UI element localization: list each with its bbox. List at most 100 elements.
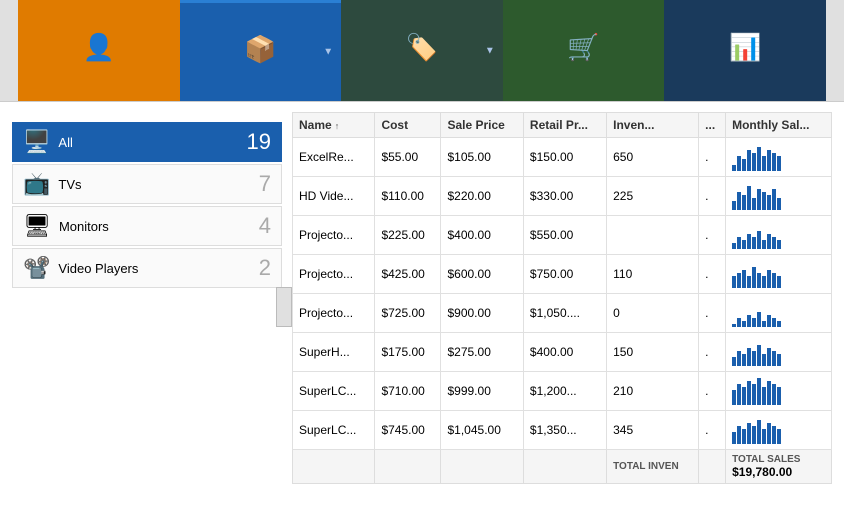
category-left-monitors: 🖥 Monitors xyxy=(23,213,109,239)
table-row[interactable]: SuperLC...$745.00$1,045.00$1,350...345. xyxy=(293,411,832,450)
col-header-inventory: Inven... xyxy=(607,113,699,138)
bar-segment xyxy=(767,195,771,210)
table-row[interactable]: Projecto...$725.00$900.00$1,050....0. xyxy=(293,294,832,333)
bar-segment xyxy=(777,387,781,405)
cell-sale_price-3: $600.00 xyxy=(441,255,523,294)
bar-segment xyxy=(767,381,771,405)
footer-empty-3 xyxy=(523,450,606,484)
cell-cost-0: $55.00 xyxy=(375,138,441,177)
nav-item-sales[interactable]: 🛒 xyxy=(503,0,665,101)
cell-dot-3: . xyxy=(699,255,726,294)
category-item-monitors[interactable]: 🖥 Monitors 4 xyxy=(12,206,282,246)
bar-segment xyxy=(777,198,781,210)
bar-segment xyxy=(772,426,776,444)
bar-segment xyxy=(762,192,766,210)
cell-name-7: SuperLC... xyxy=(293,411,375,450)
bar-segment xyxy=(737,156,741,171)
bar-segment xyxy=(752,153,756,171)
col-header-dot: ... xyxy=(699,113,726,138)
bar-segment xyxy=(762,240,766,249)
cell-sale_price-6: $999.00 xyxy=(441,372,523,411)
bar-segment xyxy=(762,387,766,405)
bar-segment xyxy=(757,378,761,405)
cell-cost-1: $110.00 xyxy=(375,177,441,216)
bar-segment xyxy=(732,165,736,171)
category-item-video-players[interactable]: 📽️ Video Players 2 xyxy=(12,248,282,288)
cell-dot-2: . xyxy=(699,216,726,255)
cell-name-3: Projecto... xyxy=(293,255,375,294)
bar-segment xyxy=(762,354,766,366)
nav-left-arrow[interactable] xyxy=(0,0,18,101)
cell-cost-3: $425.00 xyxy=(375,255,441,294)
bar-segment xyxy=(732,357,736,366)
cell-dot-1: . xyxy=(699,177,726,216)
col-header-name[interactable]: Name↑ xyxy=(293,113,375,138)
nav-item-employees[interactable]: 👤 xyxy=(18,0,180,101)
cell-sale_price-2: $400.00 xyxy=(441,216,523,255)
bar-segment xyxy=(742,429,746,444)
bar-segment xyxy=(757,420,761,444)
bar-segment xyxy=(747,150,751,171)
category-count-all: 19 xyxy=(247,129,271,155)
cell-retail_price-3: $750.00 xyxy=(523,255,606,294)
bar-segment xyxy=(742,321,746,327)
cell-retail_price-7: $1,350... xyxy=(523,411,606,450)
category-count-video-players: 2 xyxy=(259,255,271,281)
bar-chart-0 xyxy=(732,143,825,171)
bar-segment xyxy=(737,237,741,249)
collapse-button[interactable] xyxy=(276,287,292,327)
bar-segment xyxy=(742,195,746,210)
right-panel: Name↑CostSale PriceRetail Pr...Inven....… xyxy=(292,112,832,502)
bar-segment xyxy=(757,231,761,249)
bar-segment xyxy=(757,189,761,210)
cell-inventory-4: 0 xyxy=(607,294,699,333)
cell-monthly-chart-5 xyxy=(726,333,832,372)
table-row[interactable]: HD Vide...$110.00$220.00$330.00225. xyxy=(293,177,832,216)
cell-name-2: Projecto... xyxy=(293,216,375,255)
bar-segment xyxy=(777,354,781,366)
cell-name-6: SuperLC... xyxy=(293,372,375,411)
sales-icon: 🛒 xyxy=(567,32,599,63)
bar-segment xyxy=(777,321,781,327)
category-name-video-players: Video Players xyxy=(58,261,138,276)
bar-segment xyxy=(767,348,771,366)
bar-segment xyxy=(757,273,761,288)
category-icon-all: 🖥️ xyxy=(23,129,50,155)
bar-segment xyxy=(767,315,771,327)
customers-icon: 🏷️ xyxy=(406,32,438,63)
category-item-all[interactable]: 🖥️ All 19 xyxy=(12,122,282,162)
nav-right-arrow[interactable] xyxy=(826,0,844,101)
bar-segment xyxy=(757,345,761,366)
nav-item-opportunities[interactable]: 📊 xyxy=(664,0,826,101)
table-row[interactable]: SuperH...$175.00$275.00$400.00150. xyxy=(293,333,832,372)
bar-segment xyxy=(767,234,771,249)
cell-retail_price-5: $400.00 xyxy=(523,333,606,372)
table-row[interactable]: Projecto...$225.00$400.00$550.00. xyxy=(293,216,832,255)
table-row[interactable]: SuperLC...$710.00$999.00$1,200...210. xyxy=(293,372,832,411)
category-left-all: 🖥️ All xyxy=(23,129,73,155)
cell-cost-7: $745.00 xyxy=(375,411,441,450)
customers-dropdown-icon[interactable]: ▼ xyxy=(485,45,495,56)
category-name-monitors: Monitors xyxy=(59,219,109,234)
bar-segment xyxy=(747,423,751,444)
products-dropdown-icon[interactable]: ▼ xyxy=(323,47,333,58)
cell-inventory-6: 210 xyxy=(607,372,699,411)
cell-sale_price-0: $105.00 xyxy=(441,138,523,177)
bar-segment xyxy=(742,240,746,249)
category-item-tvs[interactable]: 📺 TVs 7 xyxy=(12,164,282,204)
category-left-tvs: 📺 TVs xyxy=(23,171,82,197)
bar-segment xyxy=(742,387,746,405)
cell-cost-4: $725.00 xyxy=(375,294,441,333)
cell-inventory-3: 110 xyxy=(607,255,699,294)
footer-total-inventory-label: TOTAL INVEN xyxy=(607,450,699,484)
cell-name-4: Projecto... xyxy=(293,294,375,333)
cell-name-1: HD Vide... xyxy=(293,177,375,216)
nav-item-customers[interactable]: 🏷️ ▼ xyxy=(341,0,503,101)
nav-item-products[interactable]: 📦 ▼ xyxy=(180,0,342,101)
cell-inventory-0: 650 xyxy=(607,138,699,177)
table-row[interactable]: ExcelRe...$55.00$105.00$150.00650. xyxy=(293,138,832,177)
table-row[interactable]: Projecto...$425.00$600.00$750.00110. xyxy=(293,255,832,294)
cell-monthly-chart-1 xyxy=(726,177,832,216)
bar-segment xyxy=(777,240,781,249)
bar-segment xyxy=(737,426,741,444)
